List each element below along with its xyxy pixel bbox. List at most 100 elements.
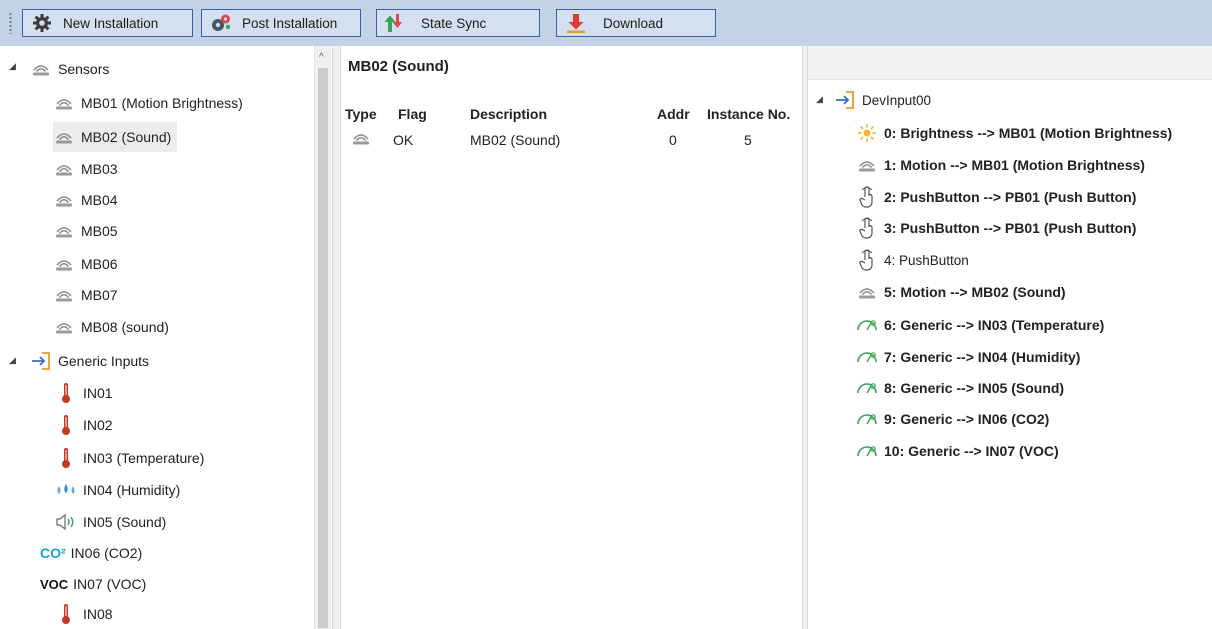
tree-item[interactable]: MB01 (Motion Brightness) — [53, 88, 243, 118]
tree-item[interactable]: IN08 — [55, 599, 113, 629]
new-installation-button[interactable]: New Installation — [22, 9, 193, 37]
tree-item-label: MB06 — [81, 256, 118, 272]
sensor-icon — [856, 154, 878, 176]
input-item[interactable]: 8: Generic --> IN05 (Sound) — [856, 373, 1064, 403]
tree-item[interactable]: MB04 — [53, 185, 118, 215]
sun-icon — [856, 122, 878, 144]
tree-item-label: IN03 (Temperature) — [83, 450, 205, 466]
column-header-description[interactable]: Description — [470, 106, 547, 122]
tree-item[interactable]: CO² IN06 (CO2) — [40, 538, 142, 568]
hand-pointer-icon — [856, 249, 878, 271]
tree-item[interactable]: IN03 (Temperature) — [55, 443, 204, 473]
device-input-panel: ◢ DevInput00 0: Brightness --> MB01 (Mot… — [808, 46, 1212, 629]
tree-item[interactable]: MB03 — [53, 154, 118, 184]
column-header-instance[interactable]: Instance No. — [707, 106, 790, 122]
input-item[interactable]: 6: Generic --> IN03 (Temperature) — [856, 310, 1104, 340]
row-addr: 0 — [669, 132, 677, 148]
tree-group-label: Generic Inputs — [58, 353, 150, 369]
speaker-icon — [55, 511, 77, 533]
left-panel-scrollbar[interactable]: ^ — [314, 46, 331, 629]
input-item[interactable]: 5: Motion --> MB02 (Sound) — [856, 277, 1066, 307]
input-item[interactable]: 4: PushButton — [856, 245, 969, 275]
row-instance: 5 — [744, 132, 752, 148]
input-item-label: 6: Generic --> IN03 (Temperature) — [884, 317, 1105, 333]
tree-item-label: IN04 (Humidity) — [83, 482, 181, 498]
post-installation-label: Post Installation — [242, 15, 338, 31]
tree-item[interactable]: IN05 (Sound) — [55, 507, 166, 537]
sensor-icon — [53, 189, 75, 211]
scroll-up-arrow-icon[interactable]: ^ — [319, 53, 324, 63]
thermometer-icon — [55, 414, 77, 436]
input-item[interactable]: 9: Generic --> IN06 (CO2) — [856, 404, 1049, 434]
tree-item[interactable]: VOC IN07 (VOC) — [40, 569, 146, 599]
thermometer-icon — [55, 447, 77, 469]
state-sync-button[interactable]: State Sync — [376, 9, 540, 37]
row-flag: OK — [393, 132, 414, 148]
column-header-flag[interactable]: Flag — [398, 106, 427, 122]
tree-item-label: MB02 (Sound) — [81, 129, 172, 145]
tree-root-devinput[interactable]: DevInput00 — [834, 85, 931, 115]
tree-item[interactable]: MB07 — [53, 280, 118, 310]
tree-item-label: IN07 (VOC) — [73, 576, 147, 592]
input-item[interactable]: 3: PushButton --> PB01 (Push Button) — [856, 213, 1136, 243]
collapse-triangle-icon[interactable]: ◢ — [816, 94, 823, 105]
download-label: Download — [603, 15, 664, 31]
gauge-icon — [856, 440, 878, 462]
hand-pointer-icon — [856, 217, 878, 239]
thermometer-icon — [55, 382, 77, 404]
scrollbar-thumb[interactable] — [318, 68, 328, 628]
gauge-icon — [856, 314, 878, 336]
column-header-addr[interactable]: Addr — [657, 106, 690, 122]
tree-item[interactable]: MB05 — [53, 216, 118, 246]
tree-group-generic-inputs[interactable]: Generic Inputs — [30, 346, 149, 376]
row-description: MB02 (Sound) — [470, 132, 561, 148]
input-item-label: 3: PushButton --> PB01 (Push Button) — [884, 220, 1137, 236]
input-item-label: 2: PushButton --> PB01 (Push Button) — [884, 189, 1137, 205]
sensor-icon — [53, 284, 75, 306]
tree-item[interactable]: IN01 — [55, 378, 113, 408]
gauge-icon — [856, 377, 878, 399]
sensor-icon — [53, 316, 75, 338]
tree-item-label: IN02 — [83, 417, 113, 433]
sensor-icon — [351, 130, 371, 149]
collapse-triangle-icon[interactable]: ◢ — [9, 61, 16, 72]
device-detail-panel: MB02 (Sound) Type Flag Description Addr … — [341, 46, 802, 629]
input-item[interactable]: 0: Brightness --> MB01 (Motion Brightnes… — [856, 118, 1172, 148]
co2-icon: CO² — [40, 545, 66, 561]
tree-item[interactable]: MB08 (sound) — [53, 312, 169, 342]
gears-icon — [210, 12, 232, 34]
sensor-icon — [53, 253, 75, 275]
water-drops-icon — [55, 479, 77, 501]
sensor-icon — [53, 92, 75, 114]
tree-item-label: MB08 (sound) — [81, 319, 169, 335]
input-item[interactable]: 7: Generic --> IN04 (Humidity) — [856, 342, 1080, 372]
tree-item-label: MB05 — [81, 223, 118, 239]
tree-item[interactable]: IN04 (Humidity) — [55, 475, 180, 505]
download-button[interactable]: Download — [556, 9, 716, 37]
input-item[interactable]: 2: PushButton --> PB01 (Push Button) — [856, 182, 1136, 212]
hand-pointer-icon — [856, 186, 878, 208]
new-installation-label: New Installation — [63, 15, 159, 31]
input-item-label: 10: Generic --> IN07 (VOC) — [884, 443, 1059, 459]
tree-item[interactable]: IN02 — [55, 410, 113, 440]
panel-header-bar — [808, 46, 1212, 80]
tree-item[interactable]: MB06 — [53, 249, 118, 279]
post-installation-button[interactable]: Post Installation — [201, 9, 361, 37]
toolbar-grip[interactable] — [9, 12, 12, 34]
tree-group-label: Sensors — [58, 61, 110, 77]
tree-group-sensors[interactable]: Sensors — [30, 54, 109, 84]
collapse-triangle-icon[interactable]: ◢ — [9, 355, 16, 366]
input-item-label: 7: Generic --> IN04 (Humidity) — [884, 349, 1081, 365]
input-item-label: 8: Generic --> IN05 (Sound) — [884, 380, 1065, 396]
sync-arrows-icon — [381, 12, 403, 34]
input-item[interactable]: 10: Generic --> IN07 (VOC) — [856, 436, 1059, 466]
tree-item-selected[interactable]: MB02 (Sound) — [53, 122, 178, 152]
column-header-type[interactable]: Type — [345, 106, 377, 122]
input-item[interactable]: 1: Motion --> MB01 (Motion Brightness) — [856, 150, 1145, 180]
tree-item-label: IN08 — [83, 606, 113, 622]
input-item-label: 5: Motion --> MB02 (Sound) — [884, 284, 1066, 300]
sensor-icon — [53, 126, 75, 148]
sensor-icon — [856, 281, 878, 303]
tree-item-label: IN06 (CO2) — [70, 545, 143, 561]
panel-splitter[interactable] — [332, 46, 341, 629]
